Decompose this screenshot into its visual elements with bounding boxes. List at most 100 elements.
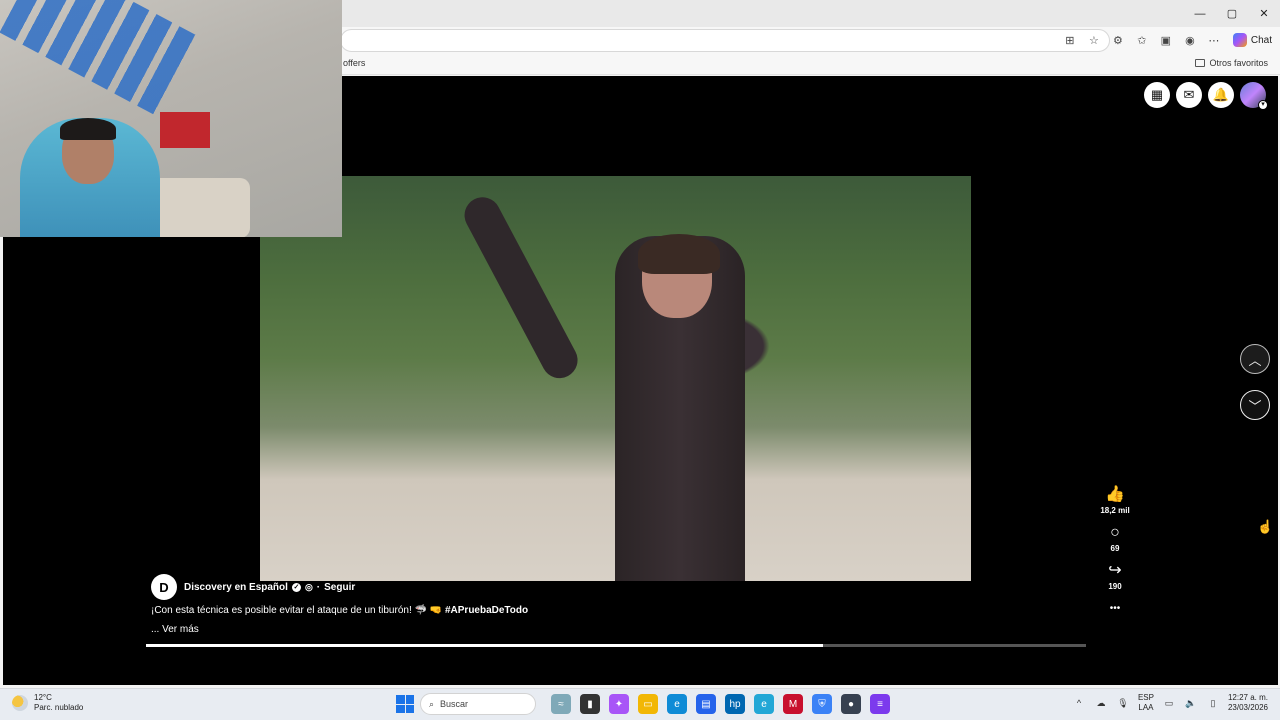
windows-taskbar: 12°C Parc. nublado ⌕ Buscar ≈ ▮ ✦ ▭ e ▤ hp e M ⛨ ●… bbox=[0, 688, 1280, 720]
video-frame-hair bbox=[638, 234, 720, 274]
taskbar-app-store-icon[interactable]: ▤ bbox=[696, 694, 716, 714]
taskbar-app-purple-app-icon[interactable]: ≡ bbox=[870, 694, 890, 714]
caption-text: ¡Con esta técnica es posible evitar el a… bbox=[151, 605, 443, 616]
taskbar-app-terminal-icon[interactable]: ▮ bbox=[580, 694, 600, 714]
reel-navigation: ︿ ﹀ bbox=[1240, 344, 1270, 420]
taskbar-app-mcafee-icon[interactable]: M bbox=[783, 694, 803, 714]
pinned-apps: ≈ ▮ ✦ ▭ e ▤ hp e M ⛨ ● ≡ bbox=[542, 694, 890, 714]
battery-icon[interactable]: ▯ bbox=[1206, 696, 1220, 710]
reel-actions: 👍 18,2 mil ○ 69 ↪ 190 ••• bbox=[1097, 486, 1133, 618]
microphone-icon[interactable]: 🎙 bbox=[1116, 696, 1130, 710]
channel-logo[interactable]: D bbox=[151, 574, 177, 600]
more-dots-icon[interactable]: ••• bbox=[1110, 600, 1121, 618]
channel-name[interactable]: Discovery en Español bbox=[184, 582, 288, 593]
messenger-icon[interactable]: ✉ bbox=[1176, 82, 1202, 108]
verified-badge-icon: ✓ bbox=[291, 582, 301, 592]
account-chevron-icon[interactable]: ▾ bbox=[1258, 100, 1268, 110]
close-button[interactable]: ✕ bbox=[1248, 0, 1280, 27]
taskbar-center: ⌕ Buscar ≈ ▮ ✦ ▭ e ▤ hp e M ⛨ ● ≡ bbox=[396, 693, 890, 715]
language-indicator[interactable]: ESP LAA bbox=[1138, 693, 1154, 713]
webcam-hair bbox=[60, 118, 116, 140]
search-icon: ⌕ bbox=[429, 698, 435, 709]
partly-cloudy-icon bbox=[12, 695, 28, 711]
split-screen-icon[interactable]: ⊞ bbox=[1061, 31, 1079, 49]
hashtag-link[interactable]: #APruebaDeTodo bbox=[445, 605, 528, 616]
notifications-bell-icon[interactable]: 🔔 bbox=[1208, 82, 1234, 108]
taskbar-search[interactable]: ⌕ Buscar bbox=[420, 693, 536, 715]
previous-reel-button[interactable]: ︿ bbox=[1240, 344, 1270, 374]
browser-toolbar: ⊞ ☆ ⚙ ✩ ▣ ◉ ⋯ Chat bbox=[1061, 31, 1272, 49]
other-favorites-folder[interactable]: Otros favoritos bbox=[1195, 58, 1268, 68]
video-player[interactable] bbox=[260, 176, 971, 581]
folder-icon bbox=[1195, 59, 1206, 67]
maximize-button[interactable]: ▢ bbox=[1216, 0, 1248, 27]
taskbar-app-media-app-icon[interactable]: ● bbox=[841, 694, 861, 714]
profile-avatar[interactable]: ▾ bbox=[1240, 82, 1268, 110]
clock[interactable]: 12:27 a. m. 23/03/2026 bbox=[1228, 693, 1268, 713]
share-arrow-icon[interactable]: ↪ bbox=[1108, 562, 1121, 580]
taskbar-app-shield-app-icon[interactable]: ⛨ bbox=[812, 694, 832, 714]
extensions-icon[interactable]: ⚙ bbox=[1109, 31, 1127, 49]
more-options-icon[interactable]: ⋯ bbox=[1205, 31, 1223, 49]
globe-icon: ◎ bbox=[304, 581, 313, 592]
weather-widget[interactable]: 12°C Parc. nublado bbox=[12, 693, 83, 713]
volume-icon[interactable]: 🔈 bbox=[1184, 696, 1198, 710]
like-action[interactable]: 👍 18,2 mil bbox=[1100, 486, 1129, 515]
comment-count: 69 bbox=[1110, 544, 1120, 553]
apps-menu-icon[interactable]: ▦ bbox=[1144, 82, 1170, 108]
clock-time: 12:27 a. m. bbox=[1227, 693, 1268, 702]
like-count: 18,2 mil bbox=[1100, 506, 1130, 515]
system-tray: ^ ☁ 🎙 ESP LAA ▭ 🔈 ▯ 12:27 a. m. 23/03/20… bbox=[1072, 693, 1268, 713]
other-favorites-label: Otros favoritos bbox=[1209, 58, 1268, 68]
taskbar-app-hp-icon[interactable]: hp bbox=[725, 694, 745, 714]
like-thumb-icon[interactable]: 👍 bbox=[1105, 486, 1125, 504]
chat-label: Chat bbox=[1250, 34, 1272, 46]
cloud-sync-icon[interactable]: ☁ bbox=[1094, 696, 1108, 710]
share-count: 190 bbox=[1108, 582, 1122, 591]
weather-desc: Parc. nublado bbox=[34, 703, 84, 712]
follow-button[interactable]: Seguir bbox=[324, 582, 355, 593]
search-placeholder: Buscar bbox=[440, 699, 469, 709]
mouse-cursor-icon: ☝ bbox=[1257, 519, 1274, 534]
taskbar-app-edge-icon[interactable]: e bbox=[667, 694, 687, 714]
copilot-icon bbox=[1232, 33, 1247, 47]
comment-bubble-icon[interactable]: ○ bbox=[1110, 524, 1120, 542]
collections-icon[interactable]: ▣ bbox=[1157, 31, 1175, 49]
share-action[interactable]: ↪ 190 bbox=[1108, 562, 1121, 591]
favorites-list-icon[interactable]: ✩ bbox=[1133, 31, 1151, 49]
more-action[interactable]: ••• bbox=[1110, 600, 1121, 618]
copilot-chat-button[interactable]: Chat bbox=[1232, 33, 1272, 47]
top-actions: ▦ ✉ 🔔 ▾ bbox=[1144, 82, 1268, 110]
profile-icon[interactable]: ◉ bbox=[1181, 31, 1199, 49]
url-field[interactable] bbox=[340, 29, 1110, 52]
webcam-graffiti bbox=[0, 0, 201, 117]
start-button-windows-icon[interactable] bbox=[396, 695, 414, 713]
language-code: ESP bbox=[1137, 693, 1154, 702]
webcam-red-sign bbox=[160, 112, 210, 148]
clock-date: 23/03/2026 bbox=[1227, 703, 1268, 712]
taskbar-app-widgets-icon[interactable]: ≈ bbox=[551, 694, 571, 714]
taskbar-app-copilot-icon[interactable]: ✦ bbox=[609, 694, 629, 714]
show-hidden-icons-chevron-icon[interactable]: ^ bbox=[1072, 696, 1086, 710]
weather-text: 12°C Parc. nublado bbox=[34, 693, 83, 713]
channel-row: D Discovery en Español ✓ ◎ · Seguir bbox=[151, 574, 355, 600]
taskbar-app-file-explorer-icon[interactable]: ▭ bbox=[638, 694, 658, 714]
video-progress-fill bbox=[146, 644, 823, 647]
network-icon[interactable]: ▭ bbox=[1162, 696, 1176, 710]
separator-dot: · bbox=[316, 581, 321, 593]
screen: — ▢ ✕ ⊞ ☆ ⚙ ✩ ▣ ◉ ⋯ Chat offers Otros fa… bbox=[0, 0, 1280, 720]
favorite-star-icon[interactable]: ☆ bbox=[1085, 31, 1103, 49]
next-reel-button[interactable]: ﹀ bbox=[1240, 390, 1270, 420]
favorite-item-offers[interactable]: offers bbox=[343, 58, 365, 68]
see-more-link[interactable]: ... Ver más bbox=[151, 624, 199, 635]
minimize-button[interactable]: — bbox=[1184, 0, 1216, 27]
video-frame-arm bbox=[458, 190, 584, 385]
keyboard-layout: LAA bbox=[1138, 703, 1154, 712]
video-progress-bar[interactable] bbox=[146, 644, 1086, 647]
taskbar-app-edge-beta-icon[interactable]: e bbox=[754, 694, 774, 714]
post-caption: ¡Con esta técnica es posible evitar el a… bbox=[151, 605, 528, 616]
window-controls: — ▢ ✕ bbox=[1184, 0, 1280, 27]
comment-action[interactable]: ○ 69 bbox=[1110, 524, 1120, 553]
webcam-overlay bbox=[0, 0, 342, 237]
weather-temp: 12°C bbox=[34, 693, 52, 702]
